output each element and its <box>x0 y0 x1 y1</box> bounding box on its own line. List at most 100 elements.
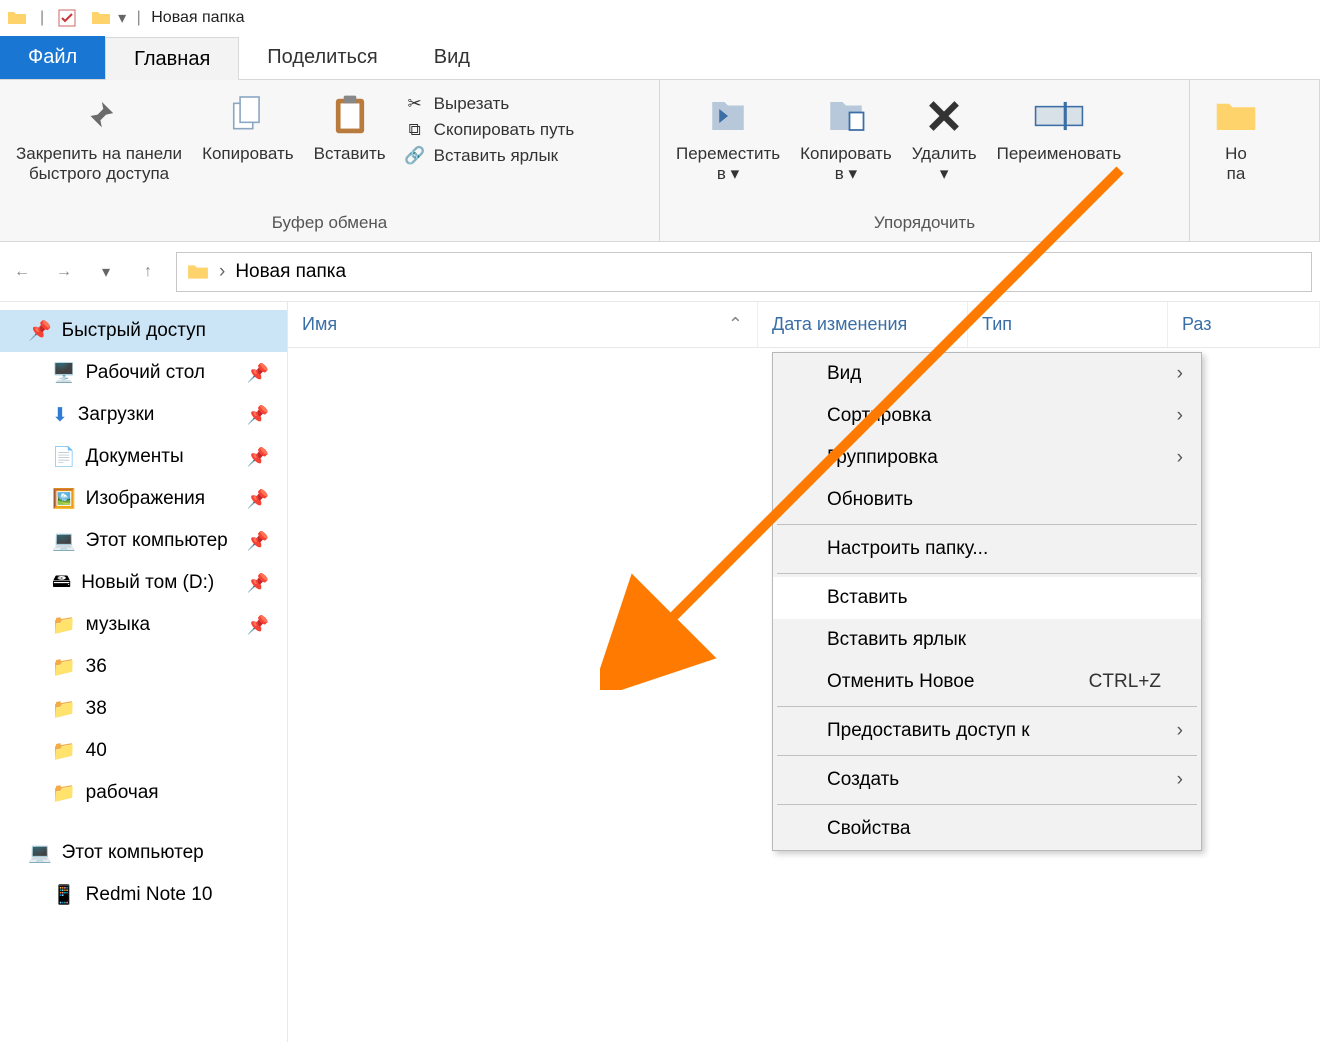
ctx-shortcut: CTRL+Z <box>1089 671 1161 693</box>
main-area: 📌 Быстрый доступ 🖥️Рабочий стол📌 ⬇ Загруз… <box>0 302 1320 1042</box>
ctx-group[interactable]: Группировка› <box>773 437 1201 479</box>
ctx-undo[interactable]: Отменить Новое CTRL+Z <box>773 661 1201 703</box>
folder-icon: 📁 <box>52 613 76 637</box>
copy-label: Копировать <box>202 144 294 164</box>
title-bar: | ▾ | Новая папка <box>0 0 1320 36</box>
shortcut-icon: 🔗 <box>404 146 426 166</box>
rename-button[interactable]: Переименовать <box>987 88 1132 168</box>
window-title: Новая папка <box>151 9 244 27</box>
move-to-label: Переместить в ▾ <box>676 144 780 185</box>
sidebar-item-label: музыка <box>86 614 150 636</box>
pc-icon: 💻 <box>28 841 52 865</box>
sidebar-item-label: Этот компьютер <box>86 530 228 552</box>
phone-icon: 📱 <box>52 883 76 907</box>
column-type[interactable]: Тип <box>968 302 1168 347</box>
documents-icon: 📄 <box>52 445 76 469</box>
sidebar-item-folder[interactable]: 📁38 <box>0 688 287 730</box>
ctx-label: Создать <box>827 769 899 791</box>
tab-view[interactable]: Вид <box>406 36 498 79</box>
column-date[interactable]: Дата изменения <box>758 302 968 347</box>
sidebar-item-documents[interactable]: 📄Документы📌 <box>0 436 287 478</box>
separator <box>777 524 1197 525</box>
downloads-icon: ⬇ <box>52 404 68 427</box>
ctx-label: Группировка <box>827 447 938 469</box>
ctx-view[interactable]: Вид› <box>773 353 1201 395</box>
ctx-label: Вставить ярлык <box>827 629 966 651</box>
pin-quickaccess-button[interactable]: Закрепить на панели быстрого доступа <box>6 88 192 189</box>
delete-icon <box>925 92 963 140</box>
sidebar-item-folder[interactable]: 📁36 <box>0 646 287 688</box>
ctx-create[interactable]: Создать › <box>773 759 1201 801</box>
sidebar-item-drive[interactable]: 🖴Новый том (D:)📌 <box>0 562 287 604</box>
ctx-refresh[interactable]: Обновить <box>773 479 1201 521</box>
sidebar-this-pc[interactable]: 💻 Этот компьютер <box>0 832 287 874</box>
pin-icon <box>82 92 116 140</box>
column-size[interactable]: Раз <box>1168 302 1320 347</box>
tab-share[interactable]: Поделиться <box>239 36 405 79</box>
up-button[interactable]: ↑ <box>134 258 162 286</box>
copy-button[interactable]: Копировать <box>192 88 304 168</box>
copy-to-button[interactable]: Копировать в ▾ <box>790 88 902 189</box>
history-dropdown[interactable]: ▾ <box>92 258 120 286</box>
sidebar-item-downloads[interactable]: ⬇ Загрузки 📌 <box>0 394 287 436</box>
sidebar-item-desktop[interactable]: 🖥️Рабочий стол📌 <box>0 352 287 394</box>
column-headers: Имя⌃ Дата изменения Тип Раз <box>288 302 1320 348</box>
folder-icon <box>90 7 112 29</box>
cut-button[interactable]: ✂ Вырезать <box>404 94 575 114</box>
tab-home[interactable]: Главная <box>105 37 239 80</box>
chevron-icon[interactable]: › <box>219 261 225 283</box>
folder-icon: 📁 <box>52 655 76 679</box>
context-menu: Вид› Сортировка› Группировка› Обновить Н… <box>772 352 1202 851</box>
paste-shortcut-button[interactable]: 🔗 Вставить ярлык <box>404 146 575 166</box>
delete-button[interactable]: Удалить ▾ <box>902 88 987 189</box>
ctx-paste-shortcut[interactable]: Вставить ярлык <box>773 619 1201 661</box>
this-pc-label: Этот компьютер <box>62 842 204 864</box>
checkbox-icon[interactable] <box>56 7 78 29</box>
ctx-share-access[interactable]: Предоставить доступ к› <box>773 710 1201 752</box>
move-to-button[interactable]: Переместить в ▾ <box>666 88 790 189</box>
ribbon-tabs: Файл Главная Поделиться Вид <box>0 36 1320 80</box>
move-icon <box>707 92 749 140</box>
paste-button[interactable]: Вставить <box>304 88 396 168</box>
dropdown-icon[interactable]: ▾ <box>118 8 126 28</box>
sidebar-quick-access[interactable]: 📌 Быстрый доступ <box>0 310 287 352</box>
sidebar-item-folder[interactable]: 📁 музыка 📌 <box>0 604 287 646</box>
forward-button[interactable]: → <box>50 258 78 286</box>
sidebar-item-device[interactable]: 📱Redmi Note 10 <box>0 874 287 916</box>
desktop-icon: 🖥️ <box>52 361 76 385</box>
sidebar-item-label: 40 <box>86 740 107 762</box>
chevron-right-icon: › <box>1177 405 1183 427</box>
copy-path-button[interactable]: ⧉ Скопировать путь <box>404 120 575 140</box>
sidebar-item-pictures[interactable]: 🖼️Изображения📌 <box>0 478 287 520</box>
new-folder-icon <box>1215 92 1257 140</box>
folder-icon: 📁 <box>52 781 76 805</box>
sidebar-item-folder[interactable]: 📁40 <box>0 730 287 772</box>
pin-icon: 📌 <box>247 405 269 426</box>
pin-icon: 📌 <box>247 489 269 510</box>
tab-file[interactable]: Файл <box>0 36 105 79</box>
sidebar-item-this-pc[interactable]: 💻Этот компьютер📌 <box>0 520 287 562</box>
ctx-label: Обновить <box>827 489 913 511</box>
ctx-properties[interactable]: Свойства <box>773 808 1201 850</box>
ctx-sort[interactable]: Сортировка› <box>773 395 1201 437</box>
pin-icon: 📌 <box>247 531 269 552</box>
ctx-label: Настроить папку... <box>827 538 988 560</box>
content-pane[interactable]: Имя⌃ Дата изменения Тип Раз Вид› Сортиро… <box>288 302 1320 1042</box>
sidebar-item-label: Документы <box>86 446 184 468</box>
ribbon: Закрепить на панели быстрого доступа Коп… <box>0 80 1320 242</box>
back-button[interactable]: ← <box>8 258 36 286</box>
navigation-sidebar: 📌 Быстрый доступ 🖥️Рабочий стол📌 ⬇ Загруз… <box>0 302 288 1042</box>
sidebar-item-folder[interactable]: 📁рабочая <box>0 772 287 814</box>
chevron-right-icon: › <box>1177 769 1183 791</box>
sidebar-item-label: Загрузки <box>78 404 154 426</box>
scissors-icon: ✂ <box>404 94 426 114</box>
address-bar[interactable]: › Новая папка <box>176 252 1312 292</box>
ctx-label: Отменить Новое <box>827 671 974 693</box>
pin-icon: 📌 <box>247 615 269 636</box>
breadcrumb-current[interactable]: Новая папка <box>235 261 346 283</box>
drive-icon: 🖴 <box>52 567 71 599</box>
column-name[interactable]: Имя⌃ <box>288 302 758 347</box>
ctx-customize[interactable]: Настроить папку... <box>773 528 1201 570</box>
new-folder-button[interactable]: Но па <box>1196 88 1276 189</box>
ctx-paste[interactable]: Вставить <box>773 577 1201 619</box>
